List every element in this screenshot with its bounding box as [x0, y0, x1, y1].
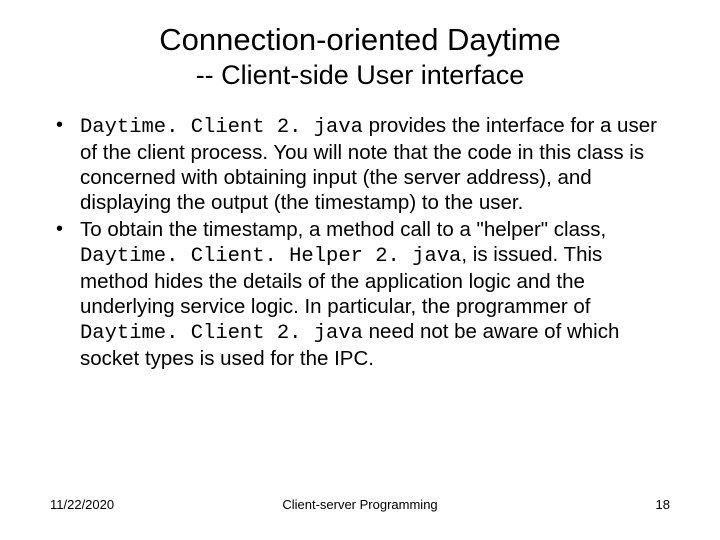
text-run: To obtain the timestamp, a method call t… [80, 218, 606, 241]
bullet-item: • Daytime. Client 2. java provides the i… [56, 113, 670, 215]
slide-title-line2: -- Client-side User interface [50, 60, 670, 91]
footer-title: Client-server Programming [0, 497, 720, 512]
code-run: Daytime. Client. Helper 2. java [80, 245, 461, 268]
bullet-text: Daytime. Client 2. java provides the int… [80, 113, 670, 215]
code-run: Daytime. Client 2. java [80, 116, 363, 139]
slide-body: • Daytime. Client 2. java provides the i… [50, 113, 670, 371]
slide-title-line1: Connection-oriented Daytime [50, 22, 670, 58]
bullet-marker: • [56, 113, 80, 215]
code-run: Daytime. Client 2. java [80, 322, 363, 345]
bullet-marker: • [56, 217, 80, 371]
slide-footer: 11/22/2020 Client-server Programming 18 [0, 497, 720, 512]
bullet-item: • To obtain the timestamp, a method call… [56, 217, 670, 371]
bullet-text: To obtain the timestamp, a method call t… [80, 217, 670, 371]
